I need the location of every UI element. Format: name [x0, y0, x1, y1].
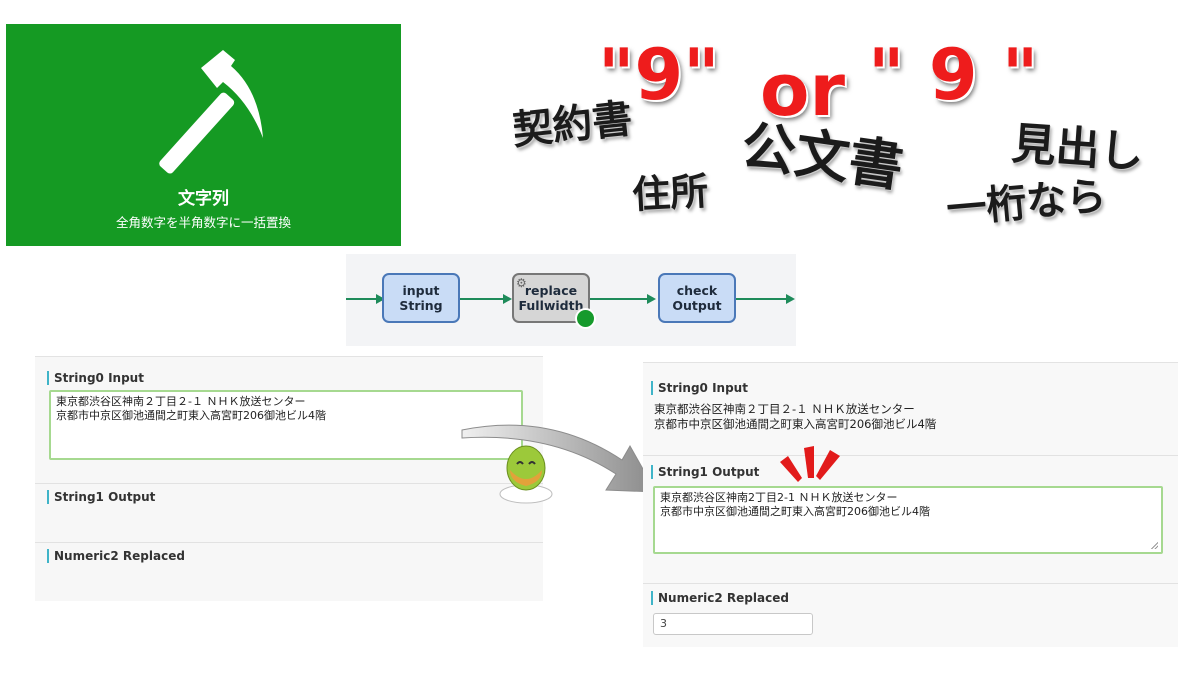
after-string0-line2: 京都市中京区御池通間之町東入高宮町206御池ビル4階 — [654, 417, 937, 431]
tile-subtitle: 全角数字を半角数字に一括置換 — [115, 215, 291, 230]
after-string0-label: String0 Input — [651, 381, 748, 395]
after-string0-line1: 東京都渋谷区神南２丁目２-１ ＮＨＫ放送センター — [654, 402, 915, 416]
string0-line1: 東京都渋谷区神南２丁目２-１ ＮＨＫ放送センター — [56, 395, 306, 408]
string0-line2: 京都市中京区御池通間之町東入高宮町206御池ビル4階 — [56, 409, 326, 422]
after-string1-label: String1 Output — [651, 465, 759, 479]
numeric2-field[interactable]: 3 — [653, 613, 813, 635]
after-numeric2-label: Numeric2 Replaced — [651, 591, 789, 605]
after-string1-line2: 京都市中京区御池通間之町東入高宮町206御池ビル4階 — [660, 505, 930, 518]
keyword-official-document: 公文書 — [737, 112, 908, 199]
keyword-address: 住所 — [631, 168, 710, 217]
hammer-badge-icon — [575, 308, 596, 329]
numeric2-label: Numeric2 Replaced — [47, 549, 185, 563]
after-string1-textarea[interactable]: 東京都渋谷区神南2丁目2-1 ＮＨＫ放送センター 京都市中京区御池通間之町東入高… — [653, 486, 1163, 554]
node-input-string[interactable]: input String — [382, 273, 460, 323]
workflow-diagram: input String ⚙ replace Fullwidth check O… — [346, 254, 796, 346]
transition-arrow — [461, 424, 657, 493]
node-check-output[interactable]: check Output — [658, 273, 736, 323]
string0-textarea[interactable]: 東京都渋谷区神南２丁目２-１ ＮＨＫ放送センター 京都市中京区御池通間之町東入高… — [49, 390, 523, 460]
feature-tile: 文字列 全角数字を半角数字に一括置換 — [6, 24, 401, 246]
keyword-nine-spaced: " 9 " — [868, 34, 1039, 116]
string0-label: String0 Input — [47, 371, 144, 385]
gear-icon: ⚙ — [516, 276, 527, 290]
hammer-icon — [159, 50, 263, 174]
mascot-icon — [499, 445, 553, 504]
node-check-line2: Output — [672, 298, 722, 313]
node-input-line1: input — [402, 283, 440, 298]
emphasis-marks-icon — [780, 446, 840, 482]
keyword-nine-quoted: "9" — [598, 34, 720, 116]
node-input-line2: String — [399, 298, 443, 313]
keyword-single-digit: 一桁なら — [944, 172, 1109, 233]
after-string1-line1: 東京都渋谷区神南2丁目2-1 ＮＨＫ放送センター — [660, 491, 898, 504]
tile-title: 文字列 — [178, 189, 229, 209]
string1-label: String1 Output — [47, 490, 155, 504]
node-check-line1: check — [676, 283, 718, 298]
form-after: String0 Input 東京都渋谷区神南２丁目２-１ ＮＨＫ放送センター 京… — [643, 362, 1178, 647]
resize-handle-icon[interactable] — [1151, 542, 1158, 549]
node-replace-fullwidth[interactable]: ⚙ replace Fullwidth — [512, 273, 596, 329]
